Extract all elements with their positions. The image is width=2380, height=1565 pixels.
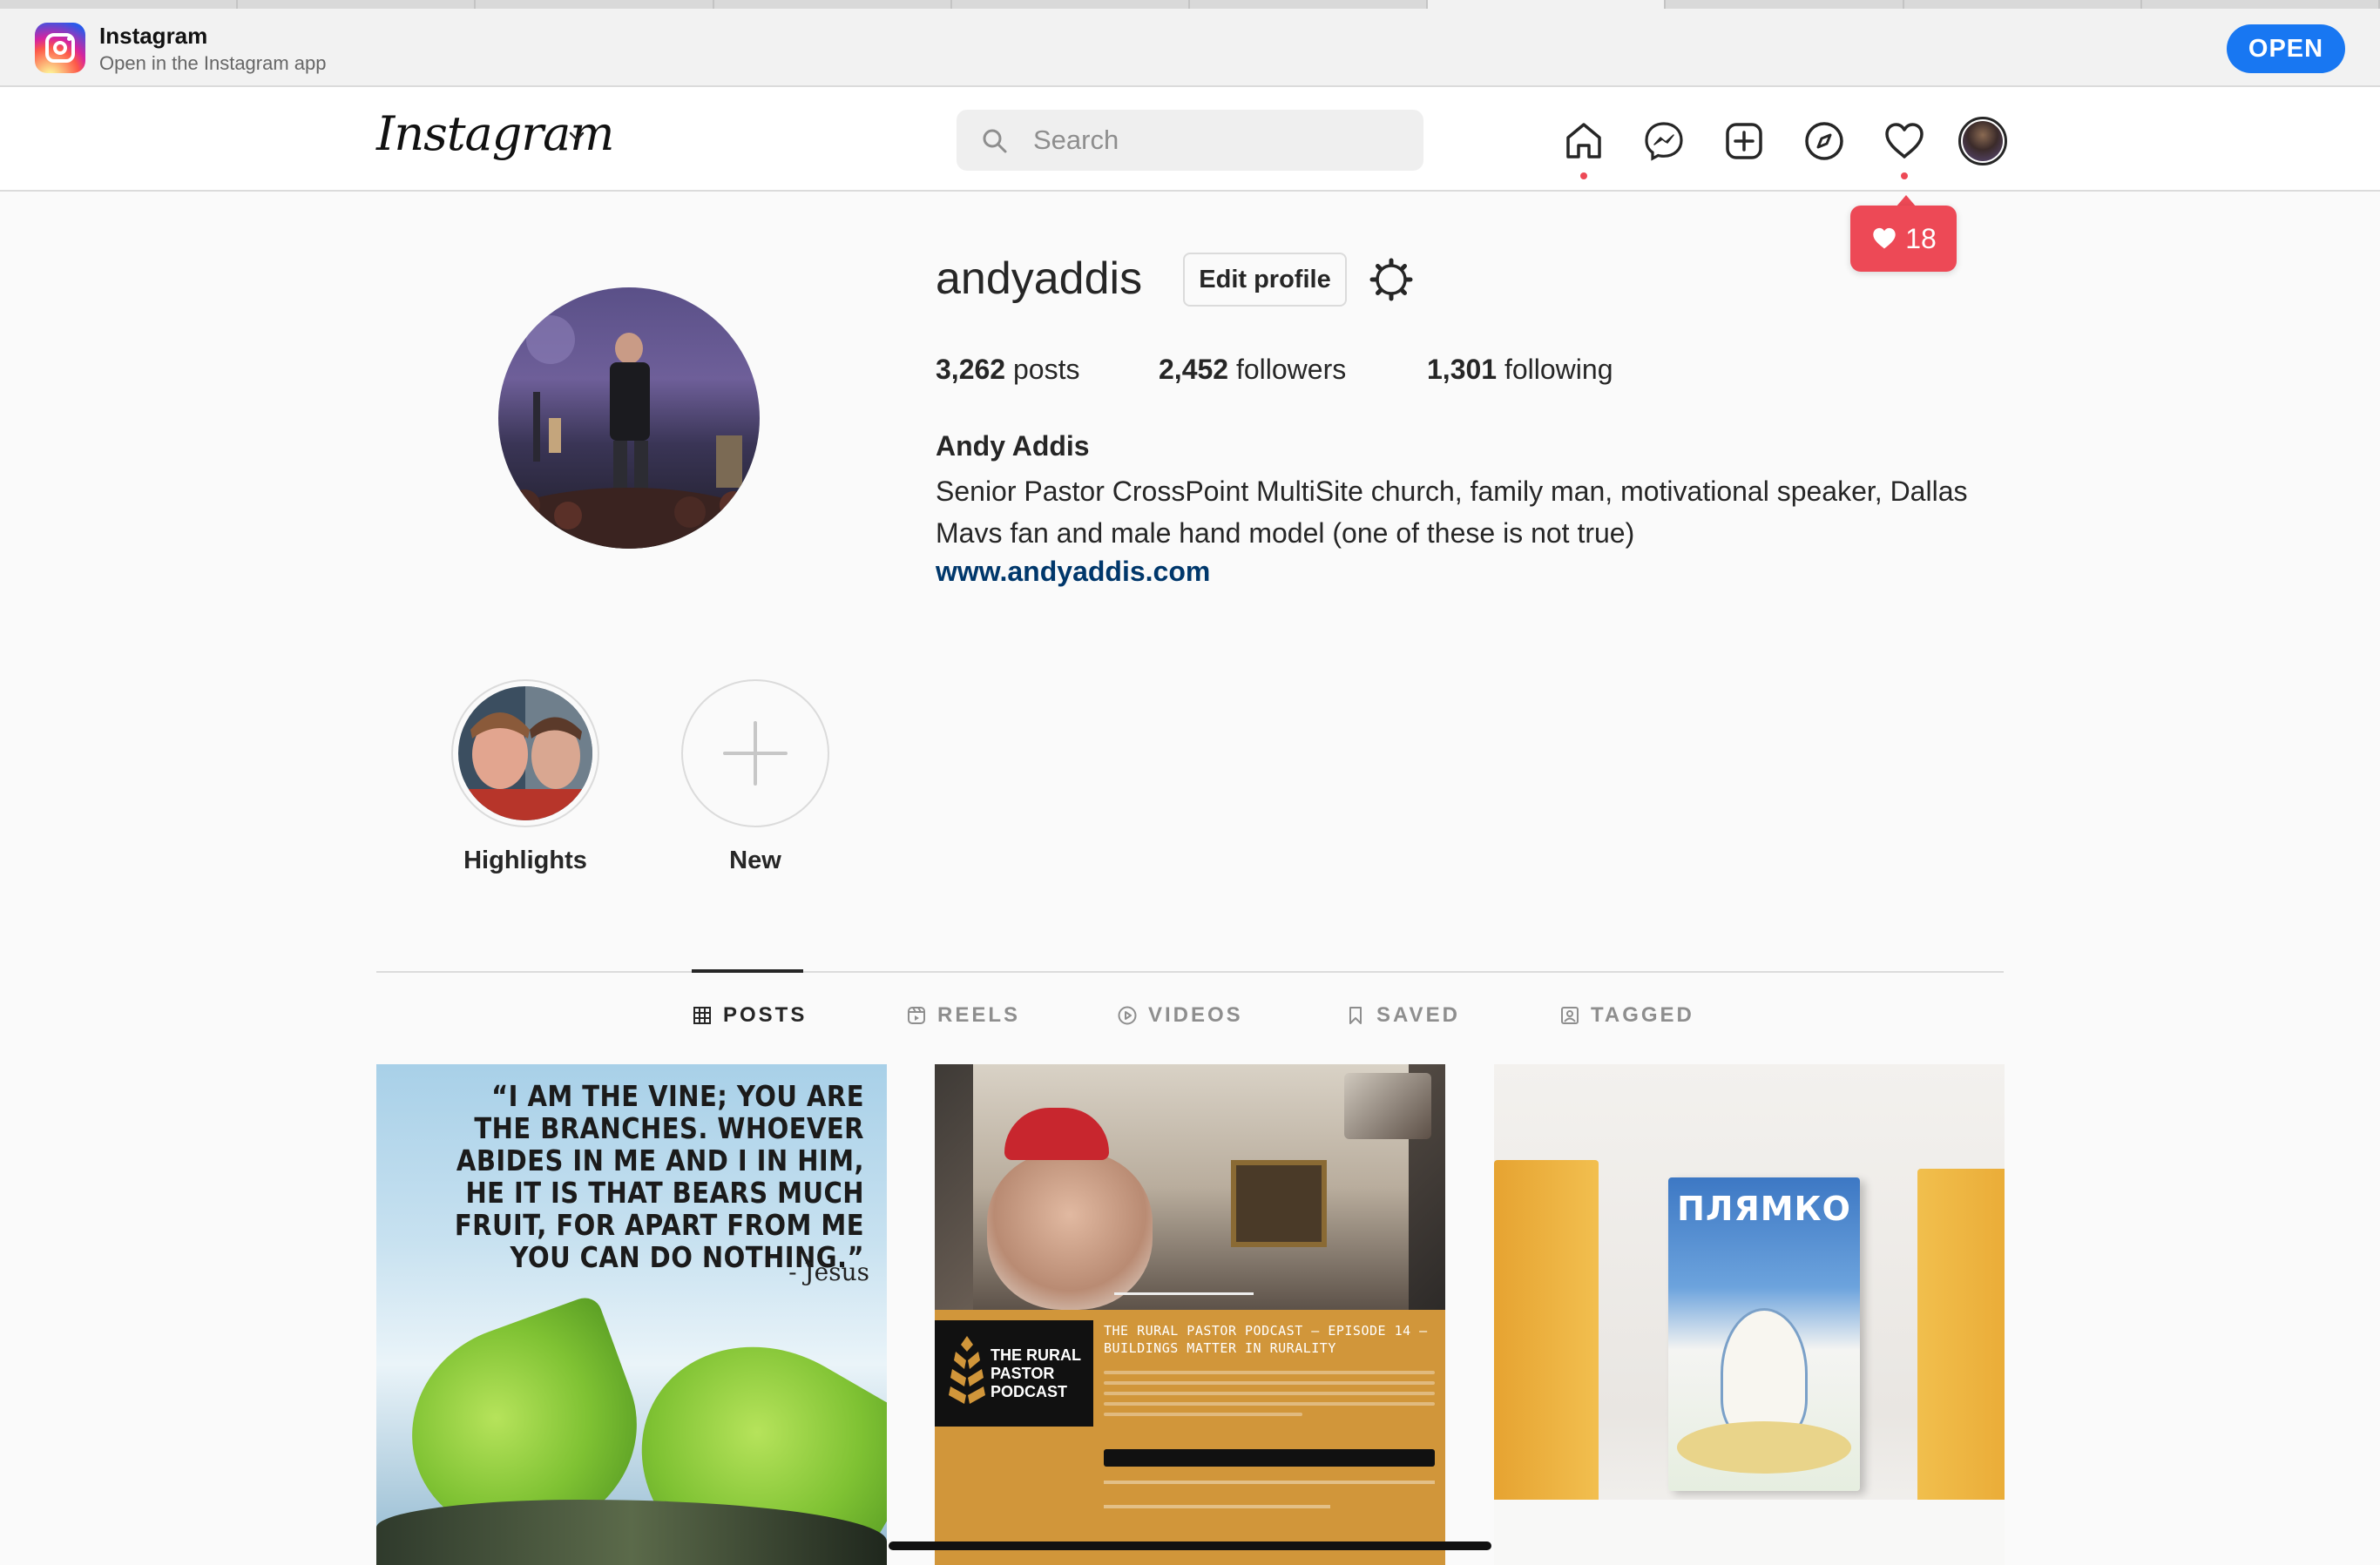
reels-icon xyxy=(908,1007,925,1024)
browser-tab[interactable] xyxy=(952,0,1191,9)
book-image xyxy=(1917,1169,2005,1517)
explore-compass-icon[interactable] xyxy=(1802,118,1847,164)
bookmark-icon xyxy=(1349,1007,1362,1024)
browser-tab[interactable] xyxy=(476,0,714,9)
browser-tab[interactable] xyxy=(714,0,952,9)
podcast-logo-text: THE RURAL PASTOR PODCAST xyxy=(991,1346,1081,1400)
podcast-logo: THE RURAL PASTOR PODCAST xyxy=(935,1320,1093,1427)
post-quote-text: “I AM THE VINE; YOU ARE THE BRANCHES. WH… xyxy=(454,1079,864,1274)
highlight-label: Highlights xyxy=(463,847,587,874)
browser-tab[interactable] xyxy=(2142,0,2380,9)
tab-tagged[interactable]: TAGGED xyxy=(1559,1003,1694,1028)
active-tab-indicator xyxy=(692,969,803,973)
instagram-app-icon xyxy=(35,23,85,73)
profile-username: andyaddis xyxy=(936,253,1143,304)
book-image: ПЛЯМКО xyxy=(1668,1177,1860,1491)
banner-app-name: Instagram xyxy=(99,23,208,49)
podcast-episode-title: THE RURAL PASTOR PODCAST – EPISODE 14 – … xyxy=(1104,1323,1428,1356)
edit-profile-button[interactable]: Edit profile xyxy=(1183,253,1347,307)
open-app-button[interactable]: OPEN xyxy=(2227,24,2345,73)
activity-dot xyxy=(1901,172,1908,179)
shelf-image xyxy=(1494,1500,2005,1565)
book-title: ПЛЯМКО xyxy=(1677,1190,1851,1228)
profile-photo-scene xyxy=(498,315,760,549)
highlight-thumbnail xyxy=(458,686,592,820)
notification-bubble[interactable]: 18 xyxy=(1850,206,1957,272)
top-navigation: Instagram xyxy=(0,87,2380,192)
browser-tab-strip xyxy=(0,0,2380,9)
app-banner: Instagram Open in the Instagram app OPEN xyxy=(0,9,2380,87)
tab-saved[interactable]: SAVED xyxy=(1345,1003,1460,1028)
profile-bio: Senior Pastor CrossPoint MultiSite churc… xyxy=(936,476,1968,549)
new-post-icon[interactable] xyxy=(1721,118,1767,164)
banner-subtitle: Open in the Instagram app xyxy=(99,52,327,74)
settings-gear-icon[interactable] xyxy=(1368,256,1415,303)
play-circle-icon xyxy=(1118,1006,1137,1025)
tab-videos[interactable]: VIDEOS xyxy=(1117,1003,1243,1028)
video-call-frame xyxy=(935,1064,1445,1310)
new-highlight-label: New xyxy=(729,847,781,874)
browser-tab-active[interactable] xyxy=(1428,0,1667,9)
book-image xyxy=(1494,1160,1599,1508)
activity-heart-icon[interactable] xyxy=(1882,118,1927,164)
post-tile[interactable]: ПЛЯМКО xyxy=(1494,1064,2005,1565)
home-activity-dot xyxy=(1580,172,1587,179)
post-tile[interactable]: “I AM THE VINE; YOU ARE THE BRANCHES. WH… xyxy=(376,1064,887,1565)
nav-profile-avatar[interactable] xyxy=(1958,117,2007,165)
messenger-icon[interactable] xyxy=(1641,118,1687,164)
podcast-description xyxy=(1104,1371,1435,1423)
plus-icon xyxy=(723,721,788,786)
search-icon xyxy=(983,129,1007,153)
profile-full-name: Andy Addis xyxy=(936,430,1090,462)
podcast-card: THE RURAL PASTOR PODCAST THE RURAL PASTO… xyxy=(935,1310,1445,1565)
post-tile[interactable]: THE RURAL PASTOR PODCAST THE RURAL PASTO… xyxy=(935,1064,1445,1565)
browser-tab[interactable] xyxy=(1904,0,2142,9)
home-icon[interactable] xyxy=(1561,118,1606,164)
browser-tab[interactable] xyxy=(1190,0,1429,9)
chevron-down-icon[interactable] xyxy=(566,125,587,146)
followers-stat[interactable]: 2,452 followers xyxy=(1159,354,1346,386)
browser-tab[interactable] xyxy=(0,0,239,9)
notification-count: 18 xyxy=(1905,222,1937,254)
post-quote-attribution: - Jesus xyxy=(788,1258,869,1286)
tab-divider xyxy=(376,971,2004,973)
profile-website-link[interactable]: www.andyaddis.com xyxy=(936,556,1210,588)
following-stat[interactable]: 1,301 following xyxy=(1427,354,1613,386)
home-indicator xyxy=(889,1541,1491,1550)
posts-count-stat: 3,262 posts xyxy=(936,354,1080,385)
grid-icon xyxy=(693,1007,711,1024)
tab-posts[interactable]: POSTS xyxy=(692,1003,807,1028)
tagged-person-icon xyxy=(1561,1007,1579,1024)
new-highlight-button[interactable] xyxy=(681,679,829,827)
browser-tab[interactable] xyxy=(1666,0,1904,9)
browser-tab[interactable] xyxy=(238,0,477,9)
audio-player xyxy=(1104,1449,1435,1467)
tab-reels[interactable]: REELS xyxy=(906,1003,1020,1028)
story-highlight[interactable] xyxy=(451,679,599,827)
profile-picture[interactable] xyxy=(498,287,760,549)
search-box[interactable] xyxy=(957,110,1423,171)
search-input[interactable] xyxy=(1033,110,1399,171)
heart-filled-icon xyxy=(1873,227,1896,249)
